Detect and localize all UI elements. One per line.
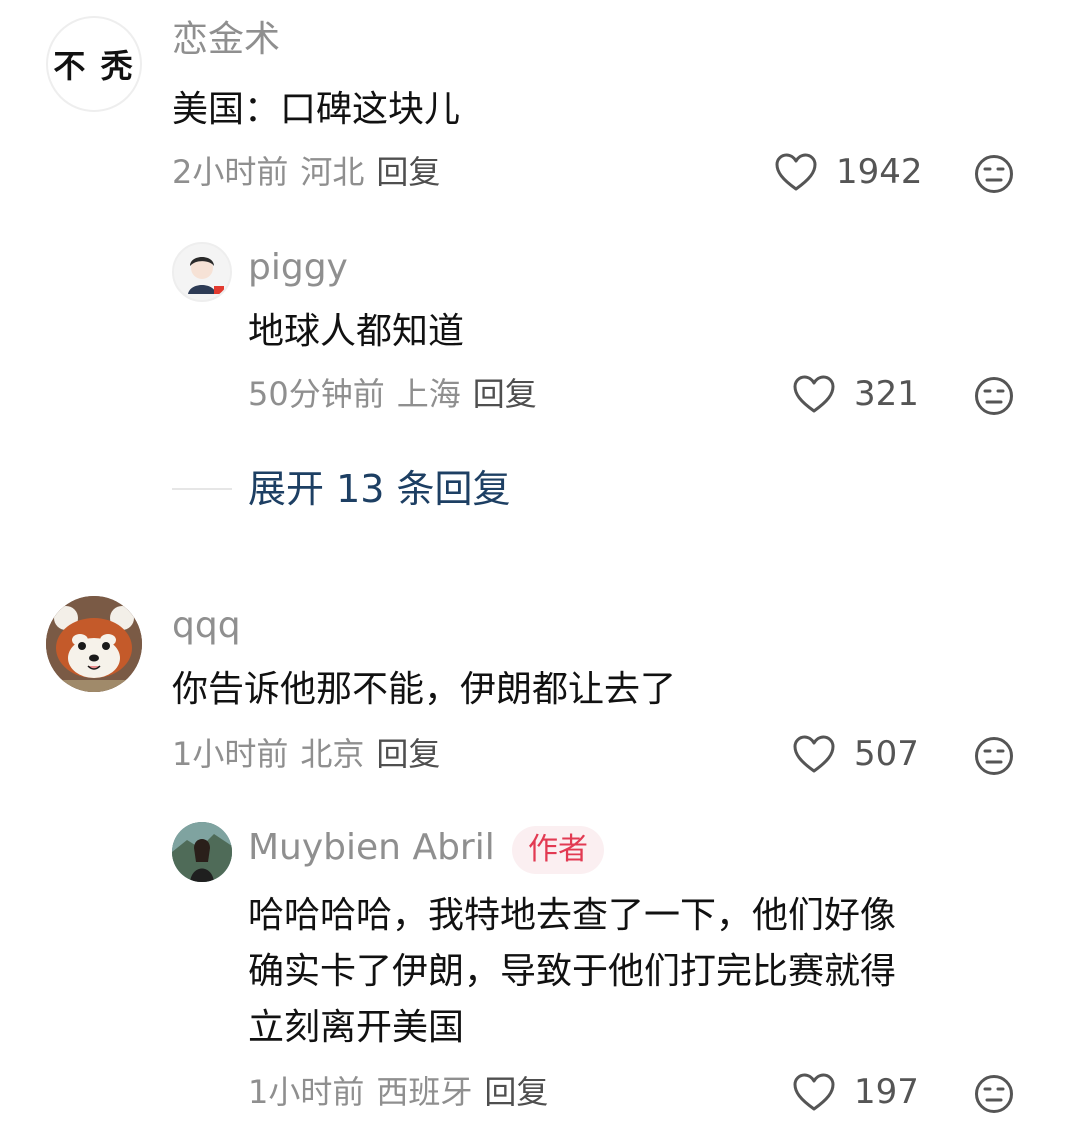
meh-face-icon [974, 1074, 1014, 1114]
reply-button[interactable]: 回复 [473, 375, 537, 413]
like-count: 321 [854, 374, 919, 414]
avatar[interactable] [46, 596, 142, 692]
reply-text: 地球人都知道 [248, 311, 465, 352]
dislike-button[interactable] [974, 154, 1014, 194]
expand-replies-link[interactable]: 展开 13 条回复 [248, 470, 511, 508]
like-count: 507 [854, 734, 919, 774]
reply-text-line: 立刻离开美国 [248, 1007, 465, 1048]
like-count: 197 [854, 1072, 919, 1112]
timestamp: 2小时前 [172, 153, 289, 191]
location: 北京 [300, 735, 365, 773]
piggy-avatar-image [188, 257, 224, 294]
reply-button[interactable]: 回复 [376, 153, 440, 191]
reply-button[interactable]: 回复 [484, 1073, 548, 1111]
reply-button[interactable]: 回复 [376, 735, 440, 773]
avatar-text: 不 秃 [53, 47, 135, 85]
like-count: 1942 [836, 152, 923, 192]
timestamp: 1小时前 [172, 735, 289, 773]
heart-outline-icon [792, 1072, 836, 1112]
reply-username[interactable]: Muybien Abril [248, 830, 495, 866]
like-button[interactable]: 197 [792, 1072, 919, 1112]
avatar[interactable]: 不 秃 [46, 16, 142, 112]
meh-face-icon [974, 736, 1014, 776]
location: 河北 [300, 153, 365, 191]
reply-text-line: 哈哈哈哈，我特地去查了一下，他们好像 [248, 895, 897, 936]
expand-divider [172, 488, 232, 490]
timestamp: 1小时前 [248, 1073, 365, 1111]
comment-meta: 2小时前 河北 回复 [172, 156, 440, 188]
comment-text: 你告诉他那不能，伊朗都让去了 [172, 669, 677, 710]
reply-text-line: 确实卡了伊朗，导致于他们打完比赛就得 [248, 951, 897, 992]
location: 西班牙 [376, 1073, 473, 1111]
heart-outline-icon [774, 152, 818, 192]
reply-text: 哈哈哈哈，我特地去查了一下，他们好像 确实卡了伊朗，导致于他们打完比赛就得 立刻… [248, 888, 896, 1056]
meh-face-icon [974, 376, 1014, 416]
like-button[interactable]: 507 [792, 734, 919, 774]
heart-outline-icon [792, 374, 836, 414]
reply-username[interactable]: piggy [248, 250, 348, 286]
like-button[interactable]: 321 [792, 374, 919, 414]
reply-meta: 50分钟前 上海 回复 [248, 378, 537, 410]
reply-meta: 1小时前 西班牙 回复 [248, 1076, 548, 1108]
username[interactable]: 恋金术 [172, 22, 280, 58]
timestamp: 50分钟前 [248, 375, 385, 413]
reply-avatar[interactable] [172, 822, 232, 882]
reply-avatar[interactable] [172, 242, 232, 302]
comment-meta: 1小时前 北京 回复 [172, 738, 440, 770]
dislike-button[interactable] [974, 1074, 1014, 1114]
like-button[interactable]: 1942 [774, 152, 923, 192]
dislike-button[interactable] [974, 736, 1014, 776]
dislike-button[interactable] [974, 376, 1014, 416]
comment-text: 美国：口碑这块儿 [172, 89, 461, 130]
location: 上海 [396, 375, 461, 413]
heart-outline-icon [792, 734, 836, 774]
author-badge: 作者 [512, 826, 604, 874]
username[interactable]: qqq [172, 608, 241, 644]
meh-face-icon [974, 154, 1014, 194]
red-panda-avatar-image [46, 596, 142, 692]
muybien-avatar-image [172, 822, 232, 882]
